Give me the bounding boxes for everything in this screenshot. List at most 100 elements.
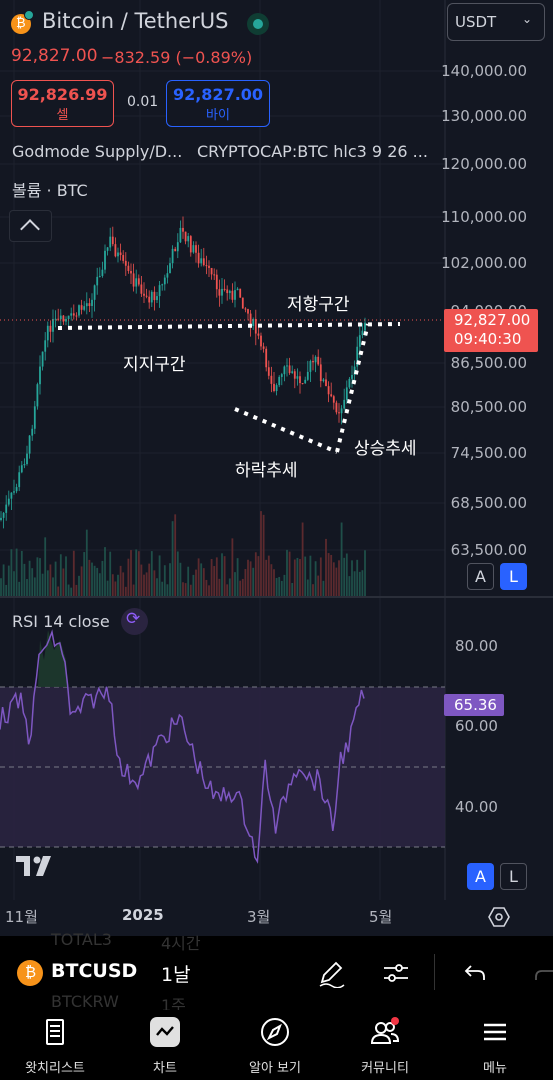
volume-bar — [70, 587, 73, 596]
volume-bar — [223, 556, 226, 596]
volume-bar — [182, 582, 184, 596]
ghost-symbol-top: TOTAL3 — [51, 930, 112, 949]
volume-bar — [184, 583, 187, 596]
volume-bar — [31, 568, 34, 596]
indicator-volume[interactable]: 볼륨 · BTC — [12, 177, 88, 201]
volume-bar — [312, 584, 314, 596]
volume-bar — [327, 553, 330, 596]
symbol-search-button[interactable]: BTCUSD — [51, 960, 137, 982]
undo-icon[interactable] — [462, 960, 488, 986]
volume-bar — [75, 584, 78, 596]
annotation-downtrend[interactable]: 하락추세 — [235, 456, 298, 481]
candle-body — [348, 378, 351, 388]
exchange-badge-icon — [24, 10, 34, 20]
candle-body — [132, 273, 135, 287]
indicator-settings-icon[interactable] — [381, 958, 411, 988]
volume-bar — [332, 562, 335, 596]
trendline-drawings[interactable] — [57, 322, 401, 454]
volume-bar — [267, 555, 270, 596]
candle-body — [223, 288, 226, 290]
nav-explore[interactable]: 알아 보기 — [220, 1010, 330, 1080]
candle-body — [325, 379, 327, 387]
candle-body — [231, 290, 234, 300]
annotation-uptrend[interactable]: 상승추세 — [354, 434, 417, 459]
nav-watchlist[interactable]: 왓치리스트 — [0, 1010, 110, 1080]
buy-price: 92,827.00 — [172, 85, 264, 104]
candle-body — [184, 231, 187, 242]
volume-bar — [88, 559, 91, 596]
indicator-cryptocap[interactable]: CRYPTOCAP:BTC hlc3 9 26 ... — [197, 142, 428, 161]
volume-bar — [106, 580, 109, 596]
candle-body — [239, 288, 242, 298]
volume-bar — [85, 529, 88, 596]
volume-bar — [36, 557, 39, 596]
annotation-support[interactable]: 지지구간 — [123, 350, 186, 375]
refresh-icon[interactable]: ⟳ — [121, 608, 148, 635]
nav-chart[interactable]: 차트 — [110, 1010, 220, 1080]
currency-select[interactable]: USDT ⌄ — [447, 3, 545, 41]
candle-body — [200, 258, 203, 264]
candle-body — [171, 248, 174, 264]
volume-bar — [247, 559, 249, 596]
candle-body — [197, 252, 200, 264]
market-status-icon[interactable] — [247, 13, 269, 35]
log-scale-button[interactable]: L — [500, 563, 527, 590]
chevron-up-icon — [20, 219, 40, 239]
drawing-tools-icon[interactable] — [316, 958, 346, 989]
candle-body — [317, 356, 320, 365]
annotation-resistance[interactable]: 저항구간 — [287, 290, 350, 315]
toolbar-divider — [434, 954, 435, 990]
nav-menu[interactable]: 메뉴 — [440, 1010, 550, 1080]
symbol-title[interactable]: Bitcoin / TetherUS — [42, 9, 228, 33]
nav-community[interactable]: 커뮤니티 — [330, 1010, 440, 1080]
chart-settings-icon[interactable] — [488, 906, 510, 928]
candle-body — [46, 325, 49, 341]
volume-bar — [244, 569, 247, 596]
collapse-legend-button[interactable] — [9, 210, 52, 242]
buy-button[interactable]: 92,827.00 바이 — [166, 80, 270, 127]
price-tick: 74,500.00 — [450, 444, 527, 462]
volume-bar — [265, 559, 268, 596]
candle-body — [163, 277, 166, 285]
volume-bar — [322, 580, 325, 596]
tradingview-logo[interactable] — [16, 856, 60, 878]
volume-bar — [319, 557, 322, 596]
candle-body — [340, 408, 343, 414]
volume-bar — [137, 551, 140, 596]
volume-bar — [122, 572, 125, 596]
rsi-legend[interactable]: RSI 14 close — [12, 612, 110, 631]
volume-bar — [330, 554, 333, 596]
candle-body — [343, 399, 346, 409]
volume-bar — [163, 565, 166, 596]
volume-bar — [356, 559, 359, 596]
candle-body — [130, 270, 132, 274]
candle-body — [221, 288, 223, 296]
rsi-log-scale-button[interactable]: L — [500, 863, 527, 890]
volume-bar — [189, 584, 192, 596]
candle-body — [0, 517, 2, 520]
volume-bar — [234, 572, 236, 596]
chart-toolbar: TOTAL3 4시간 ₿ BTCUSD 1날 BTCKRW 1주 — [0, 930, 553, 1015]
buy-label: 바이 — [206, 108, 230, 123]
volume-bar — [54, 561, 57, 596]
volume-bar — [343, 557, 346, 596]
price-tick: 86,500.00 — [450, 354, 527, 372]
indicator-godmode[interactable]: Godmode Supply/D... — [12, 142, 182, 161]
candle-body — [67, 315, 70, 319]
volume-bar — [210, 559, 213, 596]
sell-button[interactable]: 92,826.99 셀 — [11, 80, 114, 127]
candle-body — [338, 412, 340, 414]
price-tick: 68,500.00 — [450, 494, 527, 512]
auto-scale-button[interactable]: A — [467, 563, 494, 590]
candle-body — [187, 236, 190, 242]
candle-body — [150, 291, 153, 303]
rsi-auto-scale-button[interactable]: A — [467, 863, 494, 890]
redo-icon[interactable] — [532, 960, 553, 986]
candle-body — [20, 465, 23, 473]
candle-body — [13, 491, 15, 493]
candle-body — [247, 309, 249, 314]
volume-bar — [301, 522, 304, 596]
current-price-value: 92,827.00 — [454, 311, 531, 329]
interval-button[interactable]: 1날 — [161, 960, 191, 987]
candle-body — [49, 325, 52, 332]
